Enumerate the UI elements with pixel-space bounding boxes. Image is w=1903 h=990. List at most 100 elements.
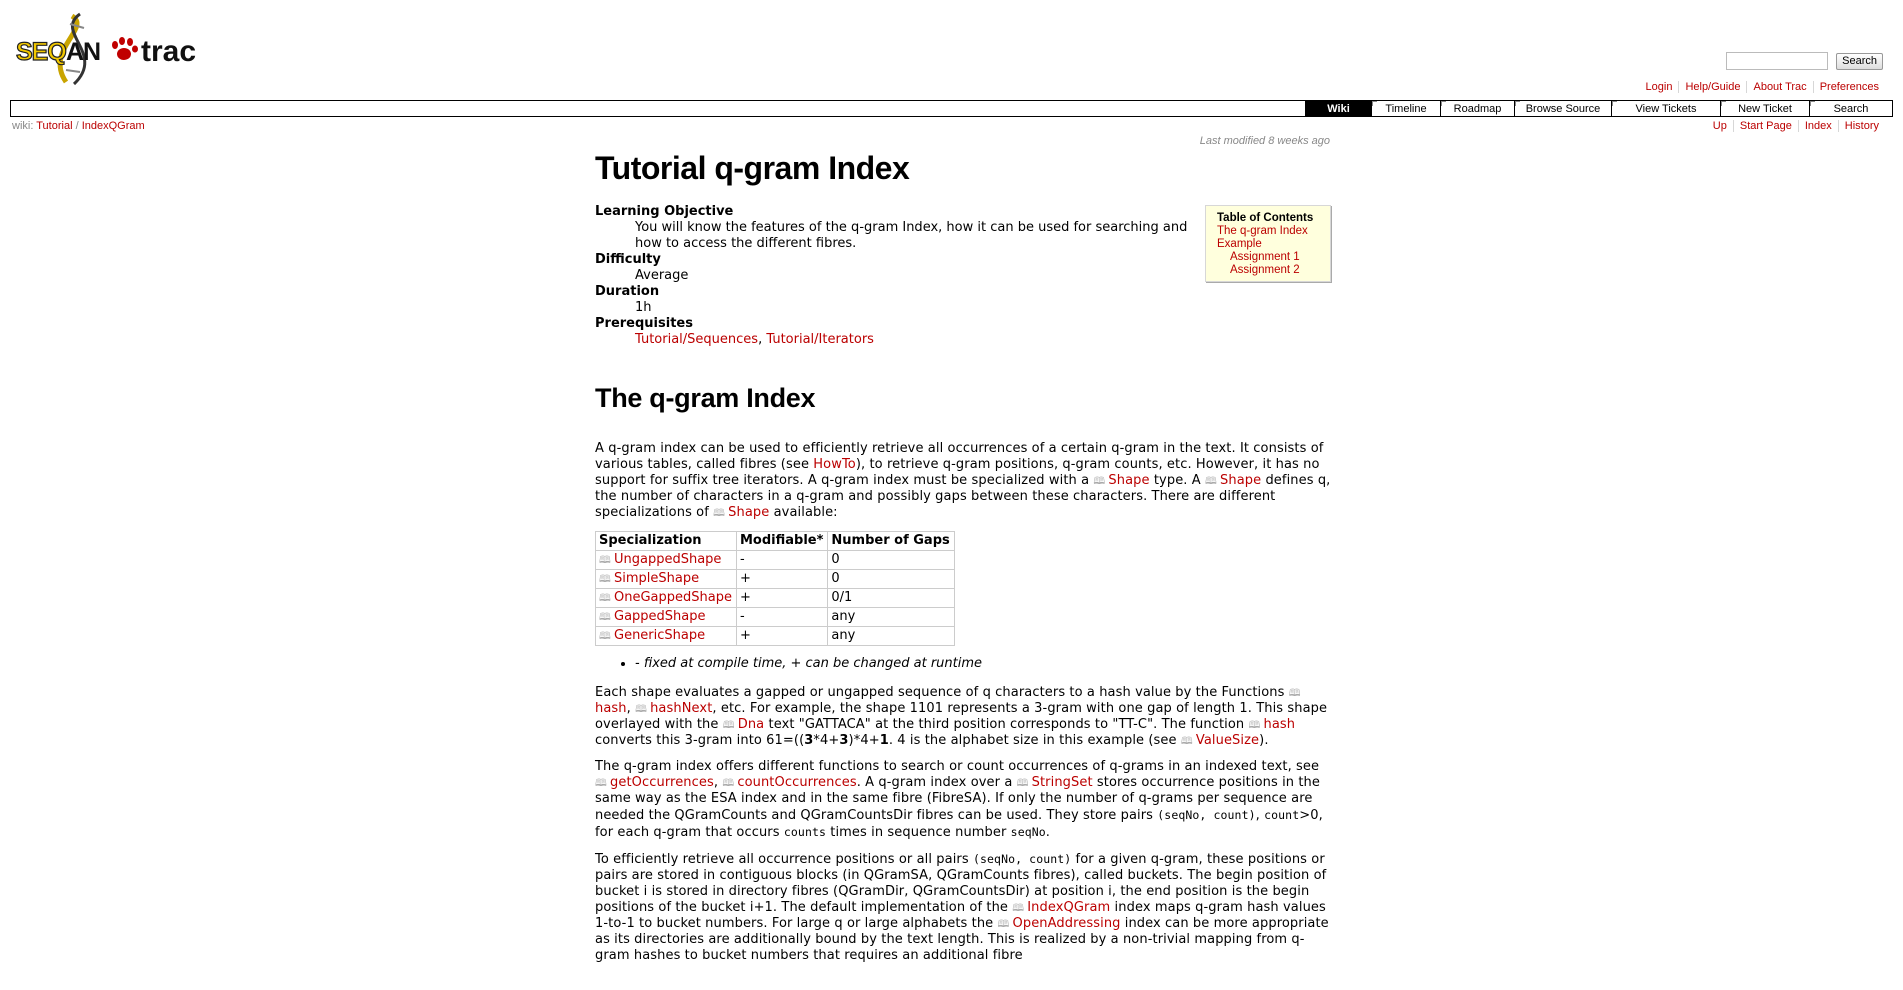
book-icon: 🕮 (595, 778, 607, 789)
breadcrumb: wiki: Tutorial / IndexQGram (12, 120, 145, 132)
start-page-link[interactable]: Start Page (1732, 120, 1798, 132)
table-cell: + (735, 626, 829, 646)
duration-label: Duration (595, 284, 660, 299)
preferences-link[interactable]: Preferences (1812, 81, 1885, 93)
context-nav: Up Start Page Index History (1707, 120, 1885, 132)
learning-objective-label: Learning Objective (595, 204, 734, 219)
meta-nav: Login Help/Guide About Trac Preferences (1640, 81, 1885, 93)
hash-link[interactable]: hash (595, 701, 627, 716)
book-icon: 🕮 (722, 778, 735, 789)
book-icon: 🕮 (1012, 903, 1025, 914)
paragraph-occurrences: The q-gram index offers different functi… (595, 759, 1323, 840)
learning-objective-text: You will know the features of the q-gram… (635, 220, 1188, 251)
onegappedshape-link[interactable]: OneGappedShape (614, 590, 732, 605)
duration-value: 1h (635, 300, 652, 315)
book-icon: 🕮 (713, 508, 726, 519)
search-input[interactable] (1726, 52, 1829, 70)
gappedshape-link[interactable]: GappedShape (614, 609, 706, 624)
main-nav: Wiki Timeline Roadmap Browse Source View… (10, 100, 1893, 117)
prereq-iterators-link[interactable]: Tutorial/Iterators (766, 332, 874, 347)
simpleshape-link[interactable]: SimpleShape (614, 571, 699, 586)
svg-text:SEQ: SEQ (16, 38, 66, 66)
table-row: 🕮 UngappedShape - 0 (595, 550, 955, 570)
valuesize-link[interactable]: ValueSize (1196, 733, 1259, 748)
table-cell: - (735, 607, 829, 627)
hashnext-link[interactable]: hashNext (650, 701, 712, 716)
prerequisites-value: Tutorial/Sequences, Tutorial/Iterators (635, 332, 1195, 348)
tab-new-ticket[interactable]: New Ticket (1720, 101, 1809, 116)
column-header: Specialization (595, 531, 737, 551)
book-icon: 🕮 (1180, 736, 1193, 747)
login-link[interactable]: Login (1640, 81, 1679, 93)
book-icon: 🕮 (599, 612, 611, 623)
getoccurrences-link[interactable]: getOccurrences (610, 775, 714, 790)
paragraph-shapes: Each shape evaluates a gapped or ungappe… (595, 685, 1328, 748)
table-cell: 0 (827, 569, 955, 589)
tab-roadmap[interactable]: Roadmap (1440, 101, 1514, 116)
openaddressing-link[interactable]: OpenAddressing (1013, 916, 1121, 931)
book-icon: 🕮 (997, 919, 1010, 930)
difficulty-value: Average (635, 268, 689, 283)
table-row: 🕮 GappedShape - any (595, 607, 955, 627)
table-cell: + (735, 569, 829, 589)
page-title: Tutorial q-gram Index (595, 150, 910, 186)
logo-trac-text: trac (141, 35, 196, 68)
book-icon: 🕮 (1205, 476, 1217, 487)
paragraph-buckets: To efficiently retrieve all occurrence p… (595, 852, 1329, 963)
howto-link[interactable]: HowTo (813, 457, 856, 472)
table-header-row: Specialization Modifiable* Number of Gap… (595, 531, 955, 551)
shape-link[interactable]: Shape (1108, 473, 1149, 488)
genericshape-link[interactable]: GenericShape (614, 628, 705, 643)
table-cell: + (735, 588, 829, 608)
tab-wiki[interactable]: Wiki (1305, 101, 1371, 116)
book-icon: 🕮 (599, 631, 611, 642)
tab-view-tickets[interactable]: View Tickets (1611, 101, 1720, 116)
prereq-separator: , (758, 332, 763, 347)
logo-graphic: SEQ AN trac (15, 12, 196, 86)
breadcrumb-prefix: wiki: (12, 120, 34, 132)
breadcrumb-indexqgram-link[interactable]: IndexQGram (82, 120, 145, 132)
table-cell: 0/1 (827, 588, 955, 608)
shape-link[interactable]: Shape (1220, 473, 1261, 488)
wiki-content: Tutorial q-gram Index Learning Objective… (595, 150, 1332, 964)
book-icon: 🕮 (599, 593, 611, 604)
search-button[interactable]: Search (1836, 52, 1883, 70)
seqan-trac-logo[interactable]: SEQ AN trac (14, 10, 234, 88)
prereq-sequences-link[interactable]: Tutorial/Sequences (635, 332, 758, 347)
tab-browse-source[interactable]: Browse Source (1514, 101, 1611, 116)
section-heading-qgram-index: The q-gram Index (595, 383, 816, 413)
book-icon: 🕮 (1016, 778, 1029, 789)
indexqgram-link[interactable]: IndexQGram (1027, 900, 1110, 915)
breadcrumb-separator: / (75, 120, 79, 132)
tab-timeline[interactable]: Timeline (1371, 101, 1440, 116)
book-icon: 🕮 (635, 704, 647, 715)
table-cell: any (827, 607, 955, 627)
tab-search[interactable]: Search (1809, 101, 1892, 116)
history-link[interactable]: History (1837, 120, 1885, 132)
help-guide-link[interactable]: Help/Guide (1678, 81, 1747, 93)
search-form: Search (1726, 52, 1883, 70)
about-trac-link[interactable]: About Trac (1746, 81, 1813, 93)
breadcrumb-tutorial-link[interactable]: Tutorial (36, 120, 72, 132)
book-icon: 🕮 (722, 720, 735, 731)
prerequisites-label: Prerequisites (595, 316, 693, 331)
hash-link[interactable]: hash (1263, 717, 1295, 732)
stringset-link[interactable]: StringSet (1032, 775, 1093, 790)
dna-link[interactable]: Dna (738, 717, 765, 732)
difficulty-label: Difficulty (595, 252, 661, 267)
tutorial-meta: Learning Objective You will know the fea… (595, 204, 1195, 348)
index-link[interactable]: Index (1797, 120, 1838, 132)
countoccurrences-link[interactable]: countOccurrences (737, 775, 856, 790)
book-icon: 🕮 (599, 555, 611, 566)
column-header: Modifiable* (735, 531, 829, 551)
table-row: 🕮 GenericShape + any (595, 626, 955, 646)
book-icon: 🕮 (599, 574, 611, 585)
shape-specializations-table: Specialization Modifiable* Number of Gap… (595, 531, 955, 646)
book-icon: 🕮 (1288, 688, 1301, 699)
table-cell: any (827, 626, 955, 646)
table-cell: - (735, 550, 829, 570)
up-link[interactable]: Up (1707, 120, 1733, 132)
shape-link[interactable]: Shape (728, 505, 769, 520)
ungappedshape-link[interactable]: UngappedShape (614, 552, 721, 567)
last-modified: Last modified 8 weeks ago (1199, 135, 1330, 147)
